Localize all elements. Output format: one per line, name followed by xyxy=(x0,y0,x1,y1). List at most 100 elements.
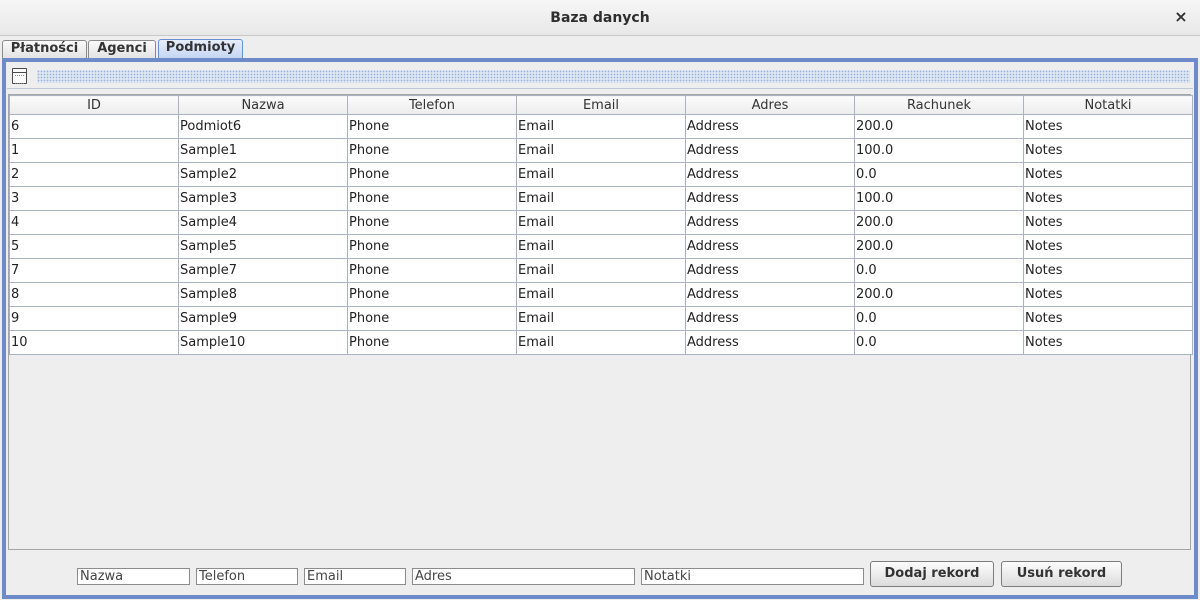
window-icon[interactable] xyxy=(12,68,27,84)
column-header-nazwa[interactable]: Nazwa xyxy=(178,95,348,115)
table-cell[interactable]: Email xyxy=(516,234,686,259)
delete-record-button[interactable]: Usuń rekord xyxy=(1001,561,1122,587)
table-cell[interactable]: Podmiot6 xyxy=(178,114,348,139)
table-row[interactable]: 9 Sample9 Phone Email Address 0.0 Notes xyxy=(9,306,1193,331)
table-cell[interactable]: Notes xyxy=(1023,258,1193,283)
records-table-area[interactable]: ID Nazwa Telefon Email Adres Rachunek No… xyxy=(8,94,1193,550)
table-cell[interactable]: Email xyxy=(516,210,686,235)
table-cell[interactable]: Phone xyxy=(347,306,517,331)
table-cell[interactable]: Phone xyxy=(347,330,517,355)
table-cell[interactable]: Address xyxy=(685,258,855,283)
column-header-rachunek[interactable]: Rachunek xyxy=(854,95,1024,115)
table-row[interactable]: 7 Sample7 Phone Email Address 0.0 Notes xyxy=(9,258,1193,283)
table-cell[interactable]: Phone xyxy=(347,186,517,211)
table-cell[interactable]: Notes xyxy=(1023,186,1193,211)
table-cell[interactable]: 6 xyxy=(9,114,179,139)
table-cell[interactable]: Email xyxy=(516,330,686,355)
table-cell[interactable]: 8 xyxy=(9,282,179,307)
table-cell[interactable]: 200.0 xyxy=(854,234,1024,259)
table-cell[interactable]: Address xyxy=(685,330,855,355)
tab-podmioty[interactable]: Podmioty xyxy=(158,39,243,58)
table-cell[interactable]: Email xyxy=(516,162,686,187)
table-cell[interactable]: Address xyxy=(685,306,855,331)
table-cell[interactable]: 10 xyxy=(9,330,179,355)
table-cell[interactable]: Sample9 xyxy=(178,306,348,331)
table-row[interactable]: 8 Sample8 Phone Email Address 200.0 Notes xyxy=(9,282,1193,307)
table-cell[interactable]: Sample8 xyxy=(178,282,348,307)
table-row[interactable]: 1 Sample1 Phone Email Address 100.0 Notes xyxy=(9,138,1193,163)
tab-platnosci[interactable]: Płatności xyxy=(2,40,87,58)
table-cell[interactable]: Email xyxy=(516,186,686,211)
table-row[interactable]: 6 Podmiot6 Phone Email Address 200.0 Notes xyxy=(9,114,1193,139)
table-cell[interactable]: Notes xyxy=(1023,234,1193,259)
table-cell[interactable]: 100.0 xyxy=(854,186,1024,211)
table-cell[interactable]: Notes xyxy=(1023,330,1193,355)
table-cell[interactable]: Sample5 xyxy=(178,234,348,259)
table-cell[interactable]: Phone xyxy=(347,210,517,235)
table-cell[interactable]: Email xyxy=(516,306,686,331)
telefon-field[interactable] xyxy=(196,568,298,585)
table-cell[interactable]: 0.0 xyxy=(854,330,1024,355)
table-cell[interactable]: 200.0 xyxy=(854,282,1024,307)
table-cell[interactable]: Address xyxy=(685,162,855,187)
table-cell[interactable]: Sample10 xyxy=(178,330,348,355)
column-header-notatki[interactable]: Notatki xyxy=(1023,95,1193,115)
notatki-field[interactable] xyxy=(641,568,864,585)
table-row[interactable]: 2 Sample2 Phone Email Address 0.0 Notes xyxy=(9,162,1193,187)
table-cell[interactable]: 1 xyxy=(9,138,179,163)
table-cell[interactable]: Sample2 xyxy=(178,162,348,187)
table-cell[interactable]: Phone xyxy=(347,234,517,259)
table-cell[interactable]: Notes xyxy=(1023,138,1193,163)
table-cell[interactable]: Sample4 xyxy=(178,210,348,235)
column-header-id[interactable]: ID xyxy=(9,95,179,115)
table-cell[interactable]: Phone xyxy=(347,162,517,187)
table-cell[interactable]: Notes xyxy=(1023,306,1193,331)
adres-field[interactable] xyxy=(412,568,635,585)
table-cell[interactable]: Address xyxy=(685,234,855,259)
table-row[interactable]: 3 Sample3 Phone Email Address 100.0 Notes xyxy=(9,186,1193,211)
table-cell[interactable]: 4 xyxy=(9,210,179,235)
table-cell[interactable]: Address xyxy=(685,282,855,307)
table-cell[interactable]: 200.0 xyxy=(854,210,1024,235)
table-cell[interactable]: Notes xyxy=(1023,282,1193,307)
table-cell[interactable]: 200.0 xyxy=(854,114,1024,139)
table-cell[interactable]: Notes xyxy=(1023,210,1193,235)
column-header-email[interactable]: Email xyxy=(516,95,686,115)
table-cell[interactable]: Address xyxy=(685,114,855,139)
close-icon[interactable]: × xyxy=(1172,7,1190,27)
table-cell[interactable]: 3 xyxy=(9,186,179,211)
table-cell[interactable]: Phone xyxy=(347,258,517,283)
table-cell[interactable]: Address xyxy=(685,210,855,235)
table-cell[interactable]: 100.0 xyxy=(854,138,1024,163)
table-cell[interactable]: Phone xyxy=(347,282,517,307)
table-row[interactable]: 5 Sample5 Phone Email Address 200.0 Notes xyxy=(9,234,1193,259)
table-cell[interactable]: Email xyxy=(516,258,686,283)
table-cell[interactable]: 7 xyxy=(9,258,179,283)
table-cell[interactable]: Phone xyxy=(347,138,517,163)
table-cell[interactable]: 2 xyxy=(9,162,179,187)
table-cell[interactable]: 5 xyxy=(9,234,179,259)
add-record-button[interactable]: Dodaj rekord xyxy=(870,561,994,587)
table-cell[interactable]: Phone xyxy=(347,114,517,139)
table-row[interactable]: 4 Sample4 Phone Email Address 200.0 Notes xyxy=(9,210,1193,235)
table-cell[interactable]: Email xyxy=(516,114,686,139)
table-cell[interactable]: Notes xyxy=(1023,114,1193,139)
table-cell[interactable]: 0.0 xyxy=(854,258,1024,283)
table-cell[interactable]: Email xyxy=(516,138,686,163)
table-cell[interactable]: Address xyxy=(685,186,855,211)
table-cell[interactable]: Sample3 xyxy=(178,186,348,211)
table-cell[interactable]: Address xyxy=(685,138,855,163)
nazwa-field[interactable] xyxy=(77,568,190,585)
table-cell[interactable]: Email xyxy=(516,282,686,307)
table-cell[interactable]: Sample7 xyxy=(178,258,348,283)
toolbar-grip[interactable] xyxy=(37,70,1190,83)
table-cell[interactable]: 9 xyxy=(9,306,179,331)
column-header-telefon[interactable]: Telefon xyxy=(347,95,517,115)
table-row[interactable]: 10 Sample10 Phone Email Address 0.0 Notes xyxy=(9,330,1193,355)
table-cell[interactable]: Notes xyxy=(1023,162,1193,187)
column-header-adres[interactable]: Adres xyxy=(685,95,855,115)
table-cell[interactable]: Sample1 xyxy=(178,138,348,163)
table-cell[interactable]: 0.0 xyxy=(854,162,1024,187)
email-field[interactable] xyxy=(304,568,406,585)
table-cell[interactable]: 0.0 xyxy=(854,306,1024,331)
